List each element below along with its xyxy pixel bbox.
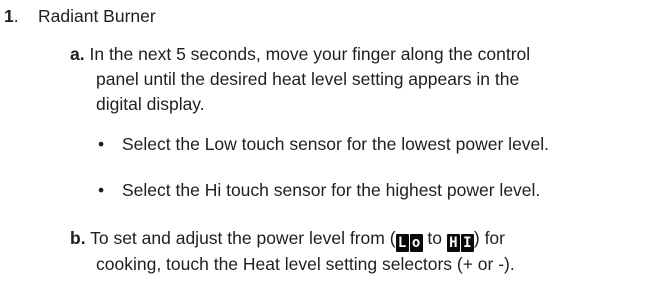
bullet-low: • Select the Low touch sensor for the low… bbox=[98, 132, 672, 157]
bullet-low-text: Select the Low touch sensor for the lowe… bbox=[122, 134, 550, 154]
item-a-line2: panel until the desired heat level setti… bbox=[96, 69, 520, 89]
bullet-high-text: Select the Hi touch sensor for the highe… bbox=[122, 180, 541, 200]
item-a-line3: digital display. bbox=[96, 94, 205, 114]
bullet-dot: • bbox=[98, 134, 105, 154]
instruction-b: b. To set and adjust the power level fro… bbox=[70, 226, 670, 277]
item-b-line2: cooking, touch the Heat level setting se… bbox=[96, 254, 515, 274]
display-lo-icon: Lo bbox=[395, 234, 423, 252]
item-a-label: a. bbox=[70, 44, 85, 64]
item-b-text-to: to bbox=[422, 228, 447, 248]
step-title: Radiant Burner bbox=[38, 6, 156, 26]
step-number: 1. bbox=[4, 6, 19, 26]
instruction-a: a. In the next 5 seconds, move your fing… bbox=[70, 42, 670, 117]
item-b-label: b. bbox=[70, 228, 86, 248]
bullet-dot: • bbox=[98, 180, 105, 200]
bullet-high: • Select the Hi touch sensor for the high… bbox=[98, 178, 672, 203]
display-hi-icon: HI bbox=[446, 234, 474, 252]
item-a-line1: In the next 5 seconds, move your finger … bbox=[89, 44, 531, 64]
item-b-text-after: ) for bbox=[473, 228, 505, 248]
item-b-text-before: To set and adjust the power level from ( bbox=[90, 228, 396, 248]
